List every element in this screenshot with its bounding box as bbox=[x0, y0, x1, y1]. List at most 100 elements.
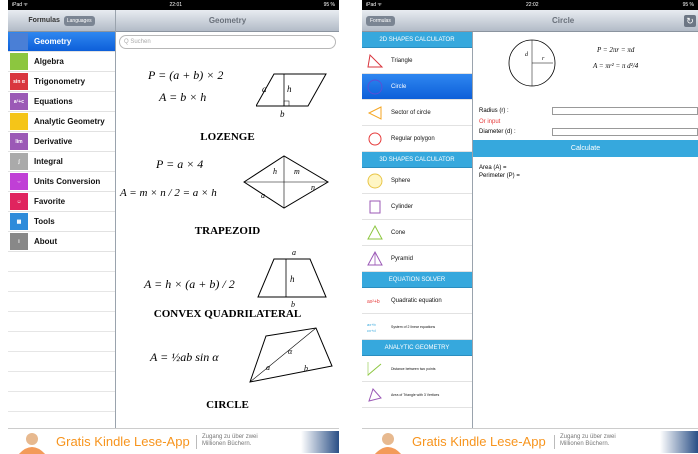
ad-subtext-line2: Millionen Büchern. bbox=[560, 441, 610, 447]
tab-languages[interactable]: Languages bbox=[63, 15, 95, 26]
empty-row bbox=[8, 312, 115, 332]
sidebar-item-equations[interactable]: a²+c Equations bbox=[8, 92, 115, 112]
ad-device-image bbox=[301, 431, 339, 453]
sidebar-item-label: Integral bbox=[34, 157, 63, 166]
svg-text:a: a bbox=[262, 84, 267, 94]
ad-subtext-line2: Millionen Büchern. bbox=[202, 441, 252, 447]
calc-item-label: Distance between two points bbox=[391, 366, 436, 371]
geometry-content: Q Suchen P = (a + b) × 2 A = b × h a h b… bbox=[116, 32, 339, 428]
calculate-button[interactable]: Calculate bbox=[473, 140, 698, 157]
svg-text:ax+b: ax+b bbox=[367, 322, 377, 327]
svg-text:h: h bbox=[290, 274, 295, 284]
formula-scroll[interactable]: P = (a + b) × 2 A = b × h a h b LOZENGE … bbox=[116, 55, 339, 428]
sidebar-item-label: Trigonometry bbox=[34, 77, 86, 86]
circle-diagram: d r bbox=[508, 39, 556, 87]
clock: 22:02 bbox=[526, 2, 539, 8]
calc-item-pyramid[interactable]: Pyramid bbox=[362, 246, 472, 272]
sidebar-item-integral[interactable]: ∫ Integral bbox=[8, 152, 115, 172]
sidebar-item-algebra[interactable]: Algebra bbox=[8, 52, 115, 72]
calc-item-cone[interactable]: Cone bbox=[362, 220, 472, 246]
page-title: Circle bbox=[552, 16, 575, 25]
calc-item-cylinder[interactable]: Cylinder bbox=[362, 194, 472, 220]
tab-formulas[interactable]: Formulas bbox=[28, 17, 60, 24]
sidebar-item-trigonometry[interactable]: sin α Trigonometry bbox=[8, 72, 115, 92]
quadratic-icon: ax²+b bbox=[366, 292, 384, 310]
sphere-icon bbox=[366, 172, 384, 190]
convex-area-formula: A = ½ab sin α bbox=[150, 350, 219, 364]
svg-text:b: b bbox=[304, 364, 308, 373]
empty-row bbox=[8, 332, 115, 352]
svg-text:h: h bbox=[287, 84, 292, 94]
diameter-input[interactable] bbox=[552, 128, 698, 136]
search-input[interactable]: Q Suchen bbox=[119, 35, 336, 49]
parallelogram-perimeter-formula: P = (a + b) × 2 bbox=[148, 68, 224, 82]
sidebar-item-about[interactable]: i About bbox=[8, 232, 115, 252]
formula-menu: Geometry Algebra sin α Trigonometry a²+c Equa… bbox=[8, 32, 115, 428]
status-bar: iPad ᯤ 22:02 95 % bbox=[362, 0, 698, 10]
convex-quadrilateral-diagram: a α b bbox=[249, 327, 333, 383]
sidebar-item-label: Derivative bbox=[34, 137, 73, 146]
ad-subtext-line1: Zugang zu über zwei bbox=[202, 434, 258, 440]
search-placeholder: Q Suchen bbox=[124, 39, 151, 45]
perimeter-result: Perimeter (P) = bbox=[479, 173, 520, 179]
sidebar-item-label: Analytic Geometry bbox=[34, 117, 105, 126]
ad-subtext: Zugang zu über zwei Millionen Büchern. bbox=[202, 434, 258, 448]
radius-input[interactable] bbox=[552, 107, 698, 115]
status-bar: iPad ᯤ 22:01 95 % bbox=[8, 0, 339, 10]
sidebar-item-geometry[interactable]: Geometry bbox=[8, 32, 115, 52]
sidebar-item-units-conversion[interactable]: ⇔ Units Conversion bbox=[8, 172, 115, 192]
empty-row bbox=[8, 292, 115, 312]
calc-item-label: Circle bbox=[391, 83, 407, 90]
calc-item-distance-between-two-points[interactable]: Distance between two points bbox=[362, 356, 472, 382]
carrier-label: iPad ᯤ bbox=[12, 2, 28, 8]
sidebar-item-analytic-geometry[interactable]: Analytic Geometry bbox=[8, 112, 115, 132]
circle-heading: CIRCLE bbox=[206, 399, 249, 411]
calc-item-sphere[interactable]: Sphere bbox=[362, 168, 472, 194]
calc-item-system-of-2-linear-equations[interactable]: ax+b cx+d System of 2 linear equations bbox=[362, 314, 472, 340]
circle-calculator: d r P = 2πr = πd A = πr² = π d²/4 Radius… bbox=[473, 32, 698, 428]
or-input-label: Or input bbox=[479, 119, 501, 125]
section-header: EQUATION SOLVER bbox=[362, 272, 472, 288]
lozenge-diagram: h m n a bbox=[243, 155, 329, 209]
empty-row bbox=[8, 392, 115, 412]
ad-banner[interactable]: Gratis Kindle Lese-App Zugang zu über zw… bbox=[8, 428, 339, 454]
trapezoid-diagram: a h b bbox=[257, 248, 327, 309]
empty-row bbox=[8, 272, 115, 292]
calc-item-circle[interactable]: Circle bbox=[362, 74, 472, 100]
calc-item-label: Sphere bbox=[391, 177, 411, 184]
circle-icon bbox=[366, 78, 384, 96]
back-button[interactable]: Formulas bbox=[366, 15, 395, 26]
calc-item-label: Area of Triangle with 3 Vertices bbox=[391, 392, 440, 397]
lozenge-perimeter-formula: P = a × 4 bbox=[156, 157, 204, 171]
calc-item-label: System of 2 linear equations bbox=[391, 324, 436, 329]
calc-item-area-of-triangle-with-3-vertices[interactable]: Area of Triangle with 3 Vertices bbox=[362, 382, 472, 408]
calc-item-sector-of-circle[interactable]: Sector of circle bbox=[362, 100, 472, 126]
top-navbar: Formulas Circle ↻ bbox=[362, 10, 698, 32]
svg-text:a: a bbox=[292, 248, 296, 257]
carrier-label: iPad ᯤ bbox=[366, 2, 382, 8]
sidebar-item-derivative[interactable]: lim Derivative bbox=[8, 132, 115, 152]
calc-item-triangle[interactable]: Triangle bbox=[362, 48, 472, 74]
lozenge-heading: LOZENGE bbox=[200, 131, 255, 143]
ad-subtext-line1: Zugang zu über zwei bbox=[560, 434, 616, 440]
sidebar-item-label: Equations bbox=[34, 97, 73, 106]
sidebar-item-label: Geometry bbox=[34, 37, 72, 46]
ad-banner[interactable]: Gratis Kindle Lese-App Zugang zu über zw… bbox=[362, 428, 698, 454]
battery-label: 95 % bbox=[682, 2, 694, 8]
sidebar-item-favorite[interactable]: ☺ Favorite bbox=[8, 192, 115, 212]
calc-item-label: Cone bbox=[391, 229, 406, 236]
calc-item-regular-polygon[interactable]: Regular polygon bbox=[362, 126, 472, 152]
polygon-icon bbox=[366, 130, 384, 148]
svg-text:a: a bbox=[266, 363, 270, 372]
refresh-icon[interactable]: ↻ bbox=[684, 14, 696, 27]
ad-person-icon bbox=[374, 433, 402, 454]
empty-row bbox=[8, 252, 115, 272]
battery-label: 95 % bbox=[323, 2, 335, 8]
ad-divider bbox=[554, 435, 555, 449]
sidebar-item-label: Tools bbox=[34, 217, 55, 226]
units-conversion-icon: ⇔ bbox=[10, 173, 28, 190]
sidebar-item-tools[interactable]: ▦ Tools bbox=[8, 212, 115, 232]
sidebar-navbar: Formulas Languages bbox=[8, 10, 115, 32]
analytic-geometry-icon bbox=[10, 113, 28, 130]
calc-item-quadratic-equation[interactable]: ax²+b Quadratic equation bbox=[362, 288, 472, 314]
